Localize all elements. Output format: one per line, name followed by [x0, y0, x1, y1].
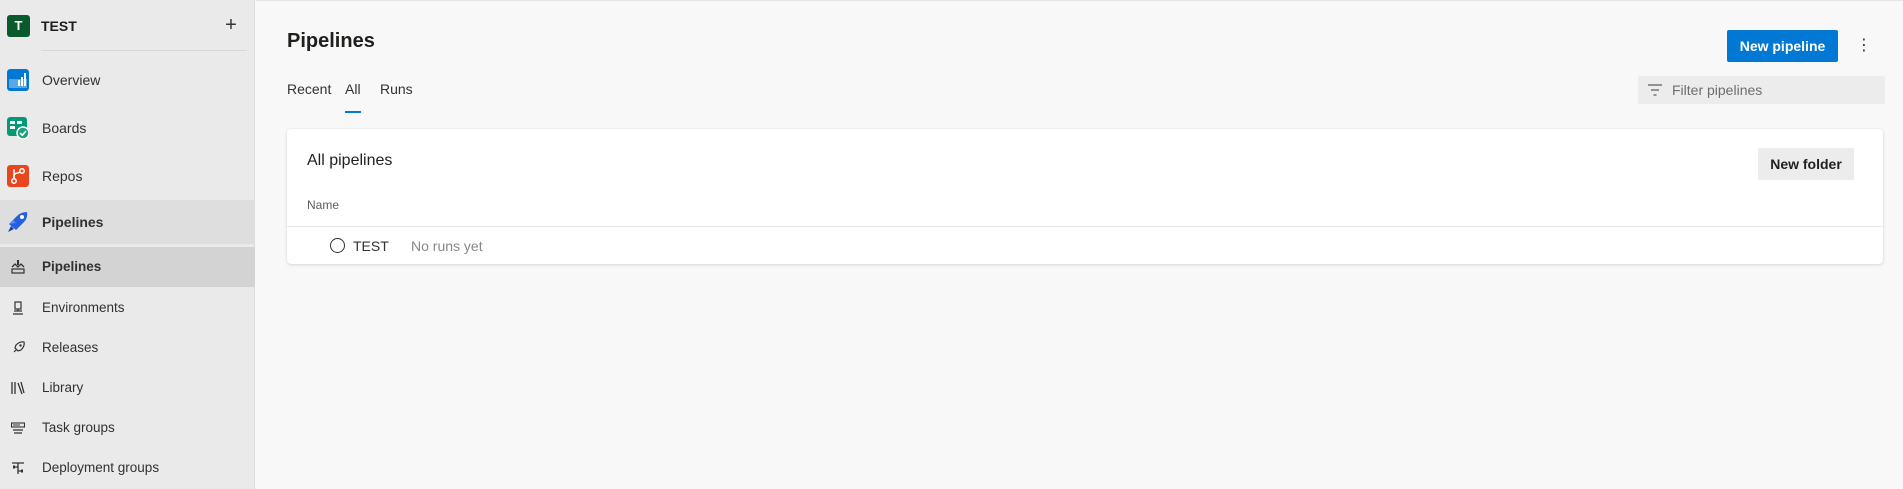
- sidebar-item-pipelines[interactable]: Pipelines: [0, 200, 255, 244]
- divider: [41, 50, 247, 51]
- new-pipeline-button[interactable]: New pipeline: [1727, 30, 1838, 62]
- filter-icon: [1648, 84, 1662, 96]
- sidebar-item-label: Pipelines: [42, 259, 102, 274]
- sidebar-item-label: Pipelines: [42, 214, 104, 230]
- sidebar-item-label: Task groups: [42, 420, 115, 435]
- sidebar-item-label: Environments: [42, 300, 125, 315]
- pipelines-sub-icon: [11, 260, 25, 274]
- sidebar-item-repos[interactable]: Repos: [0, 154, 255, 198]
- project-name[interactable]: TEST: [41, 18, 77, 34]
- sidebar-item-boards[interactable]: Boards: [0, 106, 255, 150]
- sidebar-item-label: Releases: [42, 340, 99, 355]
- sidebar-item-label: Library: [42, 380, 84, 395]
- boards-icon: [7, 117, 29, 139]
- column-header-name: Name: [307, 198, 340, 212]
- pipelines-icon: [8, 212, 28, 232]
- pipeline-name[interactable]: TEST: [353, 238, 389, 254]
- sidebar-item-label: Boards: [42, 120, 87, 136]
- tab-runs[interactable]: Runs: [380, 81, 413, 113]
- new-folder-button[interactable]: New folder: [1758, 148, 1854, 180]
- page-title: Pipelines: [287, 30, 375, 52]
- sidebar-subitem-environments[interactable]: Environments: [0, 288, 255, 328]
- main-content: Pipelines New pipeline ⋮ Recent All Runs…: [256, 0, 1903, 489]
- sidebar: T TEST + Overview Boards Repos Pipelines…: [0, 0, 255, 489]
- add-icon[interactable]: +: [222, 14, 240, 36]
- environments-icon: [13, 301, 23, 315]
- app-window: T TEST + Overview Boards Repos Pipelines…: [0, 0, 1903, 489]
- tab-all[interactable]: All: [345, 81, 361, 113]
- card-title: All pipelines: [307, 152, 393, 169]
- deployment-groups-icon: [12, 462, 24, 474]
- status-circle-icon: [330, 238, 345, 253]
- sidebar-item-label: Deployment groups: [42, 460, 160, 475]
- table-row[interactable]: TEST No runs yet: [287, 227, 1883, 264]
- overview-icon: [7, 69, 29, 91]
- sidebar-subitem-pipelines[interactable]: Pipelines: [0, 247, 255, 287]
- tab-recent[interactable]: Recent: [287, 81, 331, 113]
- filter-input[interactable]: [1672, 76, 1877, 104]
- sidebar-subitem-releases[interactable]: Releases: [0, 328, 255, 368]
- sidebar-item-label: Overview: [42, 72, 101, 88]
- project-avatar[interactable]: T: [7, 15, 30, 37]
- sidebar-subitem-task-groups[interactable]: Task groups: [0, 408, 255, 448]
- sidebar-item-label: Repos: [42, 168, 83, 184]
- project-header: T TEST +: [0, 0, 255, 51]
- filter-box: [1638, 76, 1885, 104]
- repos-icon: [7, 165, 29, 187]
- library-icon: [11, 381, 25, 395]
- more-options-icon[interactable]: ⋮: [1856, 34, 1872, 58]
- pipeline-status: No runs yet: [411, 238, 483, 254]
- sidebar-subitem-library[interactable]: Library: [0, 368, 255, 408]
- releases-icon: [13, 341, 25, 353]
- sidebar-item-overview[interactable]: Overview: [0, 58, 255, 102]
- pipelines-card: All pipelines New folder Name TEST No ru…: [287, 129, 1883, 264]
- task-groups-icon: [11, 422, 25, 434]
- sidebar-subitem-deployment-groups[interactable]: Deployment groups: [0, 448, 255, 488]
